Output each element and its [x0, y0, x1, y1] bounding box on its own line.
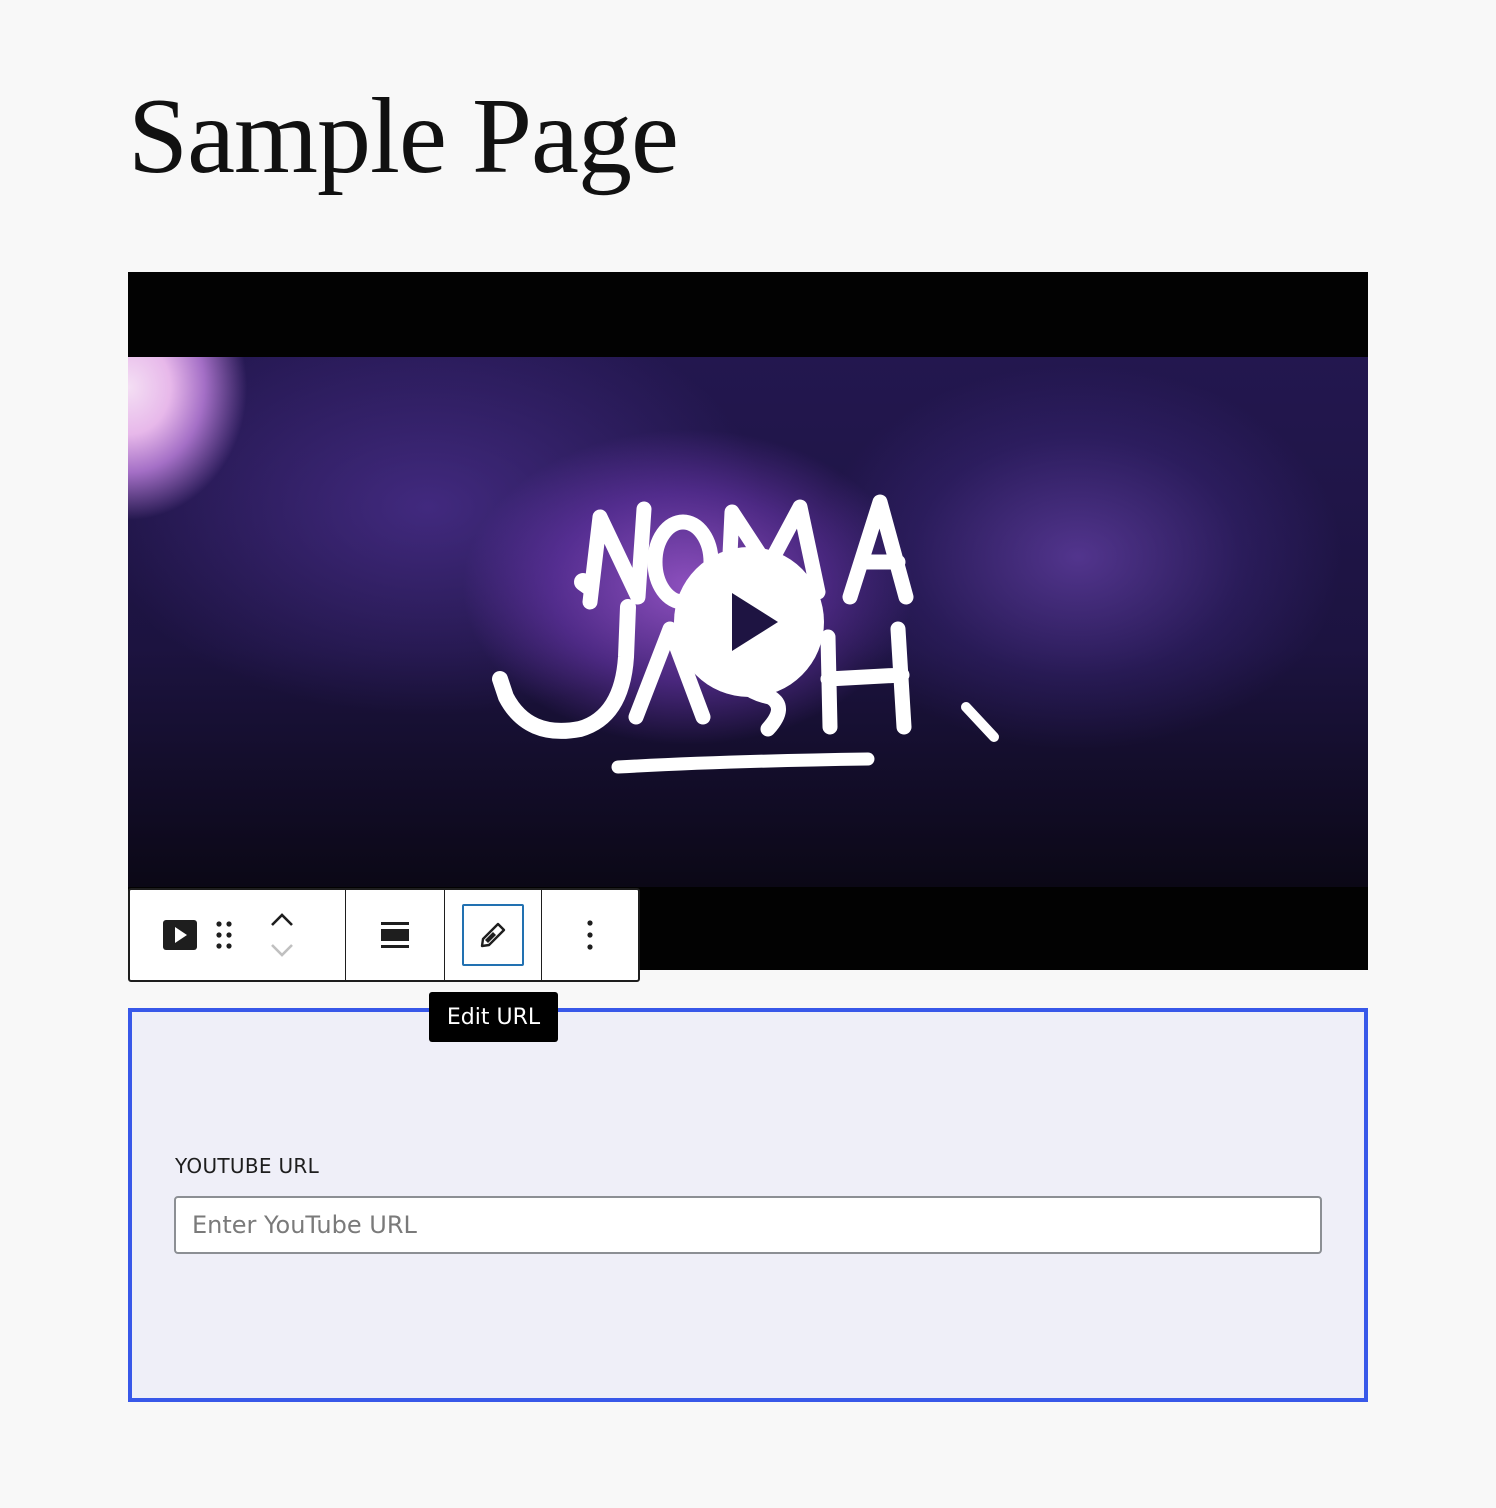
youtube-url-label: YOUTUBE URL [175, 1154, 320, 1178]
move-up-button[interactable] [262, 905, 302, 935]
page-title: Sample Page [128, 77, 679, 196]
more-vertical-icon [587, 920, 593, 950]
video-thumbnail[interactable] [128, 357, 1368, 887]
play-button[interactable] [674, 547, 824, 697]
chevron-down-icon [271, 944, 293, 957]
url-edit-panel: YOUTUBE URL [128, 1008, 1368, 1402]
edit-url-tooltip: Edit URL [429, 992, 558, 1042]
edit-url-button[interactable] [461, 904, 524, 966]
block-toolbar-group-block [130, 890, 346, 980]
video-block-icon [163, 920, 197, 950]
drag-handle-icon [216, 921, 232, 949]
block-toolbar-group-align [346, 890, 445, 980]
block-toolbar-group-edit [445, 890, 542, 980]
pencil-icon [480, 922, 506, 948]
video-embed-block[interactable] [128, 272, 1368, 970]
block-toolbar [128, 888, 640, 982]
more-options-button[interactable] [542, 890, 638, 980]
block-toolbar-group-options [542, 890, 638, 980]
youtube-url-input[interactable] [174, 1196, 1322, 1254]
move-down-button[interactable] [262, 935, 302, 965]
align-wide-icon [380, 922, 409, 948]
drag-handle[interactable] [206, 890, 242, 980]
chevron-up-icon [271, 913, 293, 926]
align-button[interactable] [346, 890, 444, 980]
block-mover [262, 905, 302, 965]
